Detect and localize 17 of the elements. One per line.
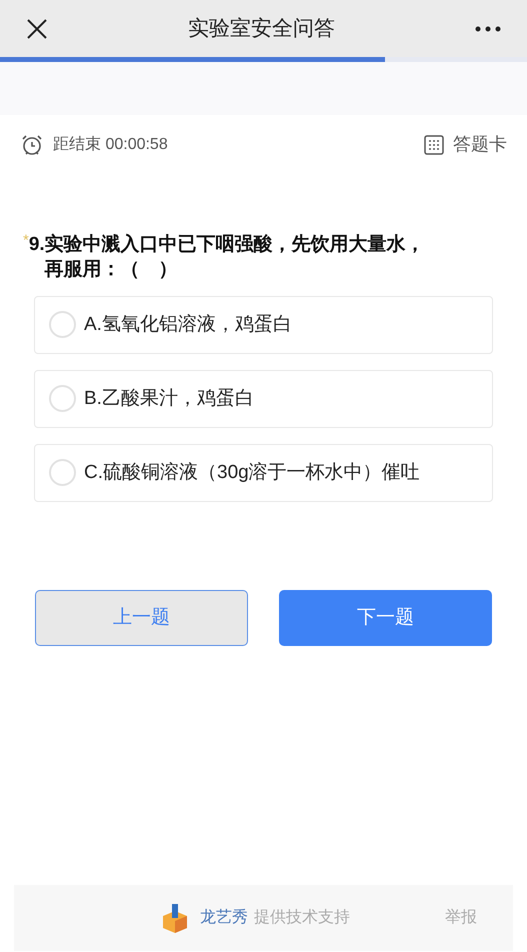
grid-icon — [424, 134, 444, 154]
close-icon[interactable] — [26, 18, 48, 40]
countdown-timer: 距结束 00:00:58 — [53, 134, 168, 154]
alarm-clock-icon — [20, 132, 44, 156]
more-icon[interactable] — [475, 26, 501, 32]
answer-option[interactable]: B.乙酸果汁，鸡蛋白 — [34, 370, 493, 428]
required-mark: * — [23, 232, 29, 251]
next-button[interactable]: 下一题 — [279, 590, 492, 646]
page-title: 实验室安全问答 — [188, 16, 335, 42]
answer-option[interactable]: C.硫酸铜溶液（30g溶于一杯水中）催吐 — [34, 444, 493, 502]
answer-card-button[interactable]: 答题卡 — [424, 131, 507, 158]
brand-name[interactable]: 龙艺秀 — [200, 906, 248, 930]
box-logo-icon — [162, 902, 188, 934]
credit-text: 提供技术支持 — [254, 908, 350, 928]
question-number: 9. — [28, 233, 45, 257]
answer-option[interactable]: A.氢氧化铝溶液，鸡蛋白 — [34, 296, 493, 354]
question-text: 实验中溅入口中已下咽强酸，先饮用大量水，再服用：（ ） — [44, 232, 426, 282]
